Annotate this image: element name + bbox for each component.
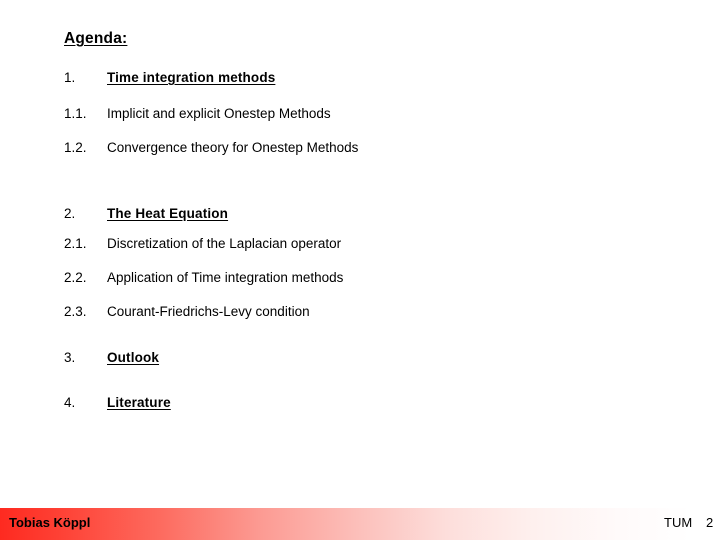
page-title: Agenda: — [64, 30, 128, 47]
agenda-item-1-2: 1.2. Convergence theory for Onestep Metho… — [64, 141, 358, 155]
agenda-item-label: Implicit and explicit Onestep Methods — [107, 106, 331, 121]
agenda-item-number: 2.3. — [64, 304, 87, 319]
agenda-item-number: 2.2. — [64, 270, 87, 285]
footer-author: Tobias Köppl — [9, 515, 91, 530]
agenda-item-2: 2. The Heat Equation — [64, 207, 228, 221]
agenda-item-label: Time integration methods — [107, 70, 276, 85]
agenda-item-number: 3. — [64, 350, 76, 365]
agenda-item-label: Outlook — [107, 350, 160, 365]
slide-footer: Tobias Köppl TUM 2 — [0, 508, 720, 540]
slide-content-area: Agenda: 1. Time integration methods 1.1. I… — [0, 0, 720, 508]
agenda-item-label: Literature — [107, 395, 171, 410]
agenda-item-2-1: 2.1. Discretization of the Laplacian oper… — [64, 237, 341, 251]
agenda-item-1-1: 1.1. Implicit and explicit Onestep Method… — [64, 107, 331, 121]
agenda-item-number: 4. — [64, 395, 76, 410]
agenda-item-2-3: 2.3. Courant-Friedrichs-Levy condition — [64, 305, 310, 319]
agenda-item-label: The Heat Equation — [107, 206, 229, 221]
footer-gradient-bar — [0, 508, 720, 540]
agenda-item-2-2: 2.2. Application of Time integration meth… — [64, 271, 343, 285]
agenda-item-label: Application of Time integration methods — [107, 270, 344, 285]
agenda-item-number: 1. — [64, 70, 76, 85]
footer-page-number: 2 — [706, 515, 714, 530]
agenda-item-number: 1.2. — [64, 140, 87, 155]
agenda-item-label: Courant-Friedrichs-Levy condition — [107, 304, 310, 319]
agenda-item-number: 2.1. — [64, 236, 87, 251]
slide: Agenda: 1. Time integration methods 1.1. I… — [0, 0, 720, 540]
agenda-item-3: 3. Outlook — [64, 351, 159, 365]
agenda-item-number: 1.1. — [64, 106, 87, 121]
agenda-item-label: Convergence theory for Onestep Methods — [107, 140, 359, 155]
agenda-item-4: 4. Literature — [64, 396, 171, 410]
agenda-item-label: Discretization of the Laplacian operator — [107, 236, 342, 251]
agenda-item-1: 1. Time integration methods — [64, 71, 275, 85]
agenda-item-number: 2. — [64, 206, 76, 221]
footer-organization: TUM — [664, 515, 693, 530]
